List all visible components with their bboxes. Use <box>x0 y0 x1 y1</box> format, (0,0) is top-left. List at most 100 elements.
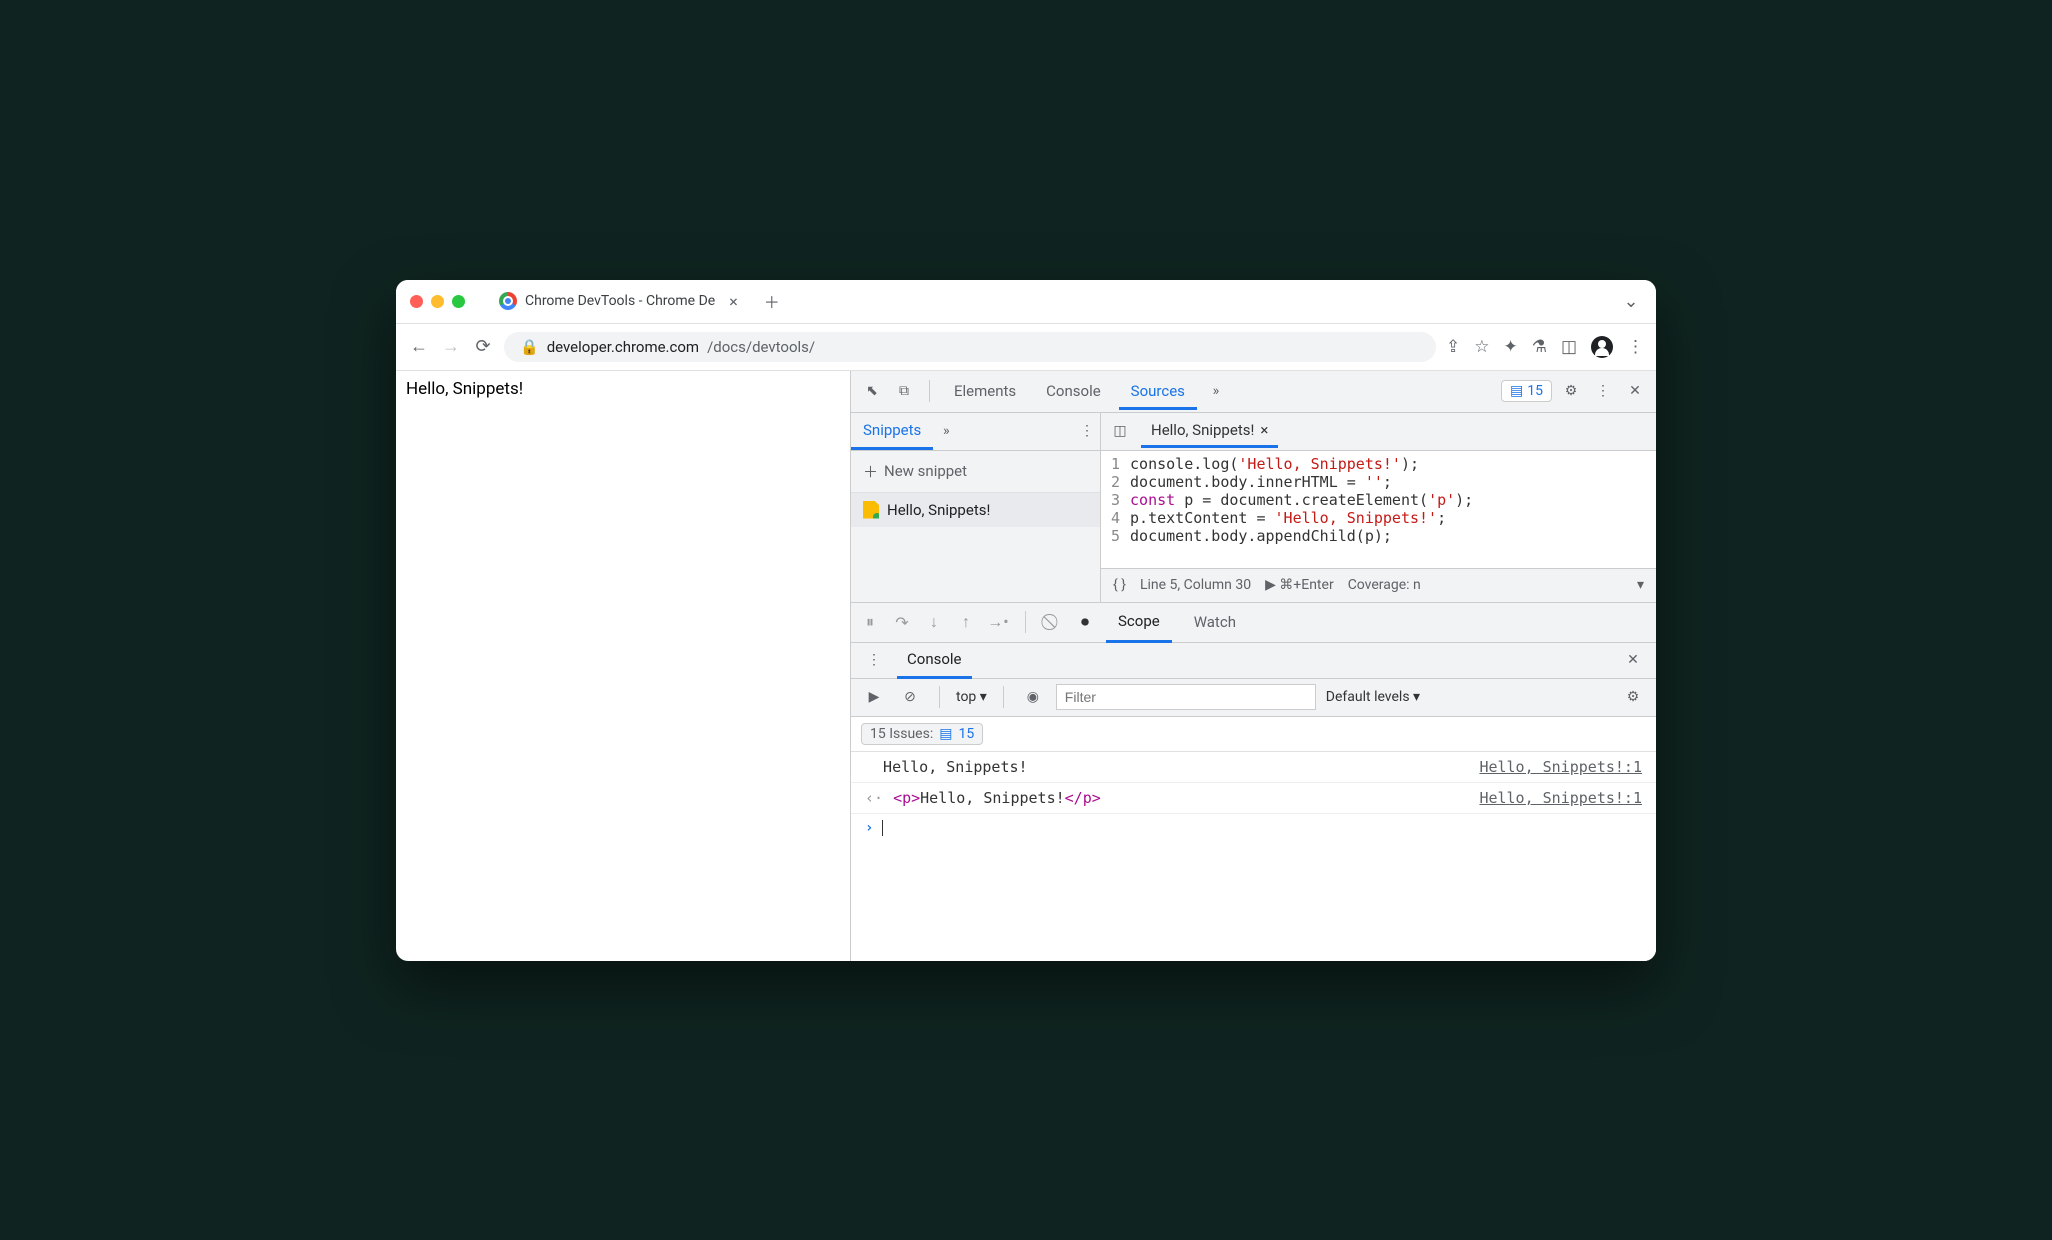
maximize-window-button[interactable] <box>452 295 465 308</box>
step-over-icon[interactable]: ↷ <box>891 613 913 632</box>
editor-tab-bar: ◫ Hello, Snippets! × <box>1101 413 1656 451</box>
bookmark-icon[interactable]: ☆ <box>1474 337 1489 357</box>
settings-gear-icon[interactable]: ⚙ <box>1558 378 1584 404</box>
reload-button[interactable]: ⟳ <box>472 336 494 357</box>
step-into-icon[interactable]: ↓ <box>923 612 945 632</box>
tab-elements[interactable]: Elements <box>942 372 1028 410</box>
scope-tab[interactable]: Scope <box>1106 602 1172 643</box>
console-toolbar: ▶ ⊘ top ▾ ◉ Default levels ▾ ⚙ <box>851 679 1656 717</box>
editor-status-bar: { } Line 5, Column 30 ▶ ⌘+Enter Coverage… <box>1101 568 1656 602</box>
step-icon[interactable]: →• <box>987 612 1009 632</box>
pause-icon[interactable]: ⏸ <box>859 612 881 632</box>
menu-kebab-icon[interactable]: ⋮ <box>1627 337 1644 357</box>
browser-window: Chrome DevTools - Chrome De × ＋ ⌄ ← → ⟳ … <box>396 280 1656 961</box>
labs-icon[interactable]: ⚗ <box>1532 337 1547 357</box>
tabs-chevron-icon[interactable]: ⌄ <box>1620 291 1642 312</box>
console-sidebar-toggle-icon[interactable]: ▶ <box>861 684 887 710</box>
snippets-menu-icon[interactable]: ⋮ <box>1074 418 1100 444</box>
snippets-overflow-icon[interactable]: » <box>933 418 959 444</box>
console-drawer-tab[interactable]: Console <box>897 642 972 679</box>
tabs-overflow-icon[interactable]: » <box>1203 378 1229 404</box>
back-button[interactable]: ← <box>408 336 430 357</box>
code-editor[interactable]: 12345 console.log('Hello, Snippets!');do… <box>1101 451 1656 568</box>
code-lines[interactable]: console.log('Hello, Snippets!');document… <box>1130 455 1656 564</box>
editor-tab-close-icon[interactable]: × <box>1260 421 1268 439</box>
status-dropdown-icon[interactable]: ▾ <box>1637 577 1644 593</box>
profile-icon[interactable] <box>1591 336 1613 358</box>
step-out-icon[interactable]: ↑ <box>955 612 977 632</box>
close-window-button[interactable] <box>410 295 423 308</box>
snippet-name: Hello, Snippets! <box>887 501 990 519</box>
console-drawer: ⋮ Console ✕ ▶ ⊘ top ▾ ◉ Default levels ▾… <box>851 643 1656 961</box>
tab-close-icon[interactable]: × <box>723 292 744 311</box>
pretty-print-icon[interactable]: { } <box>1113 577 1126 593</box>
issues-count: 15 <box>1527 383 1543 399</box>
console-row: ‹·<p>Hello, Snippets!</p>Hello, Snippets… <box>851 783 1656 814</box>
extensions-icon[interactable]: ✦ <box>1503 337 1517 357</box>
console-settings-icon[interactable]: ⚙ <box>1620 684 1646 710</box>
execution-context[interactable]: top ▾ <box>956 689 987 705</box>
tab-title: Chrome DevTools - Chrome De <box>525 293 715 309</box>
url-input[interactable]: 🔒 developer.chrome.com/docs/devtools/ <box>504 332 1436 362</box>
new-tab-button[interactable]: ＋ <box>758 289 786 313</box>
inspect-icon[interactable]: ⬉ <box>859 378 885 404</box>
snippets-tab[interactable]: Snippets <box>851 413 933 450</box>
new-snippet-label: New snippet <box>884 462 967 480</box>
editor-tab-name: Hello, Snippets! <box>1151 421 1254 439</box>
issues-chip-count: 15 <box>958 726 974 742</box>
plus-icon: ＋ <box>863 461 878 482</box>
issues-chat-icon: ▤ <box>1510 383 1523 399</box>
deactivate-breakpoints-icon[interactable]: ⃠ <box>1042 612 1064 632</box>
share-icon[interactable]: ⇪ <box>1446 337 1460 357</box>
log-levels-dropdown[interactable]: Default levels ▾ <box>1326 689 1420 705</box>
console-output: Hello, Snippets!Hello, Snippets!:1‹·<p>H… <box>851 752 1656 814</box>
clear-console-icon[interactable]: ⊘ <box>897 684 923 710</box>
devtools-menu-icon[interactable]: ⋮ <box>1590 378 1616 404</box>
forward-button[interactable]: → <box>440 336 462 357</box>
issues-badge[interactable]: ▤ 15 <box>1501 380 1552 402</box>
devtools-close-icon[interactable]: ✕ <box>1622 378 1648 404</box>
console-issues-row: 15 Issues: ▤ 15 <box>851 717 1656 752</box>
console-header: ⋮ Console ✕ <box>851 643 1656 679</box>
status-cursor: Line 5, Column 30 <box>1140 577 1251 593</box>
chrome-favicon-icon <box>499 292 517 310</box>
console-row: Hello, Snippets!Hello, Snippets!:1 <box>851 752 1656 783</box>
browser-tab[interactable]: Chrome DevTools - Chrome De × <box>485 284 758 319</box>
status-coverage[interactable]: Coverage: n <box>1348 577 1421 593</box>
console-menu-icon[interactable]: ⋮ <box>861 647 887 673</box>
toolbar-actions: ⇪ ☆ ✦ ⚗ ◫ ⋮ <box>1446 336 1644 358</box>
toggle-nav-icon[interactable]: ◫ <box>1107 418 1133 444</box>
pause-on-exceptions-icon[interactable]: ⏺ <box>1074 612 1096 632</box>
new-snippet-button[interactable]: ＋ New snippet <box>851 451 1100 493</box>
snippets-tabs: Snippets » ⋮ <box>851 413 1100 451</box>
titlebar: Chrome DevTools - Chrome De × ＋ ⌄ <box>396 280 1656 324</box>
url-path: /docs/devtools/ <box>707 338 815 356</box>
snippets-sidebar: Snippets » ⋮ ＋ New snippet Hello, Snippe… <box>851 413 1101 602</box>
status-run[interactable]: ▶ ⌘+Enter <box>1265 577 1334 593</box>
snippet-list-item[interactable]: Hello, Snippets! <box>851 493 1100 527</box>
sidepanel-icon[interactable]: ◫ <box>1561 337 1577 357</box>
issues-chip[interactable]: 15 Issues: ▤ 15 <box>861 723 983 745</box>
device-toggle-icon[interactable]: ⧉ <box>891 378 917 404</box>
devtools-panel: ⬉ ⧉ Elements Console Sources » ▤ 15 ⚙ ⋮ … <box>851 371 1656 961</box>
console-close-icon[interactable]: ✕ <box>1620 647 1646 673</box>
debugger-toolbar: ⏸ ↷ ↓ ↑ →• ⃠ ⏺ Scope Watch <box>851 603 1656 643</box>
minimize-window-button[interactable] <box>431 295 444 308</box>
issues-chip-label: 15 Issues: <box>870 726 933 742</box>
page-text: Hello, Snippets! <box>406 379 523 399</box>
console-source-link[interactable]: Hello, Snippets!:1 <box>1479 789 1642 807</box>
tab-sources[interactable]: Sources <box>1119 372 1197 410</box>
console-source-link[interactable]: Hello, Snippets!:1 <box>1479 758 1642 776</box>
traffic-lights <box>410 295 465 308</box>
editor-tab[interactable]: Hello, Snippets! × <box>1141 415 1278 448</box>
sources-panel: Snippets » ⋮ ＋ New snippet Hello, Snippe… <box>851 413 1656 603</box>
console-prompt[interactable]: › <box>851 814 1656 842</box>
tab-console[interactable]: Console <box>1034 372 1113 410</box>
console-filter-input[interactable] <box>1056 684 1316 710</box>
lock-icon: 🔒 <box>520 338 539 356</box>
editor-pane: ◫ Hello, Snippets! × 12345 console.log('… <box>1101 413 1656 602</box>
content-split: Hello, Snippets! ⬉ ⧉ Elements Console So… <box>396 371 1656 961</box>
live-expression-icon[interactable]: ◉ <box>1020 684 1046 710</box>
watch-tab[interactable]: Watch <box>1182 603 1248 641</box>
devtools-toolbar: ⬉ ⧉ Elements Console Sources » ▤ 15 ⚙ ⋮ … <box>851 371 1656 413</box>
